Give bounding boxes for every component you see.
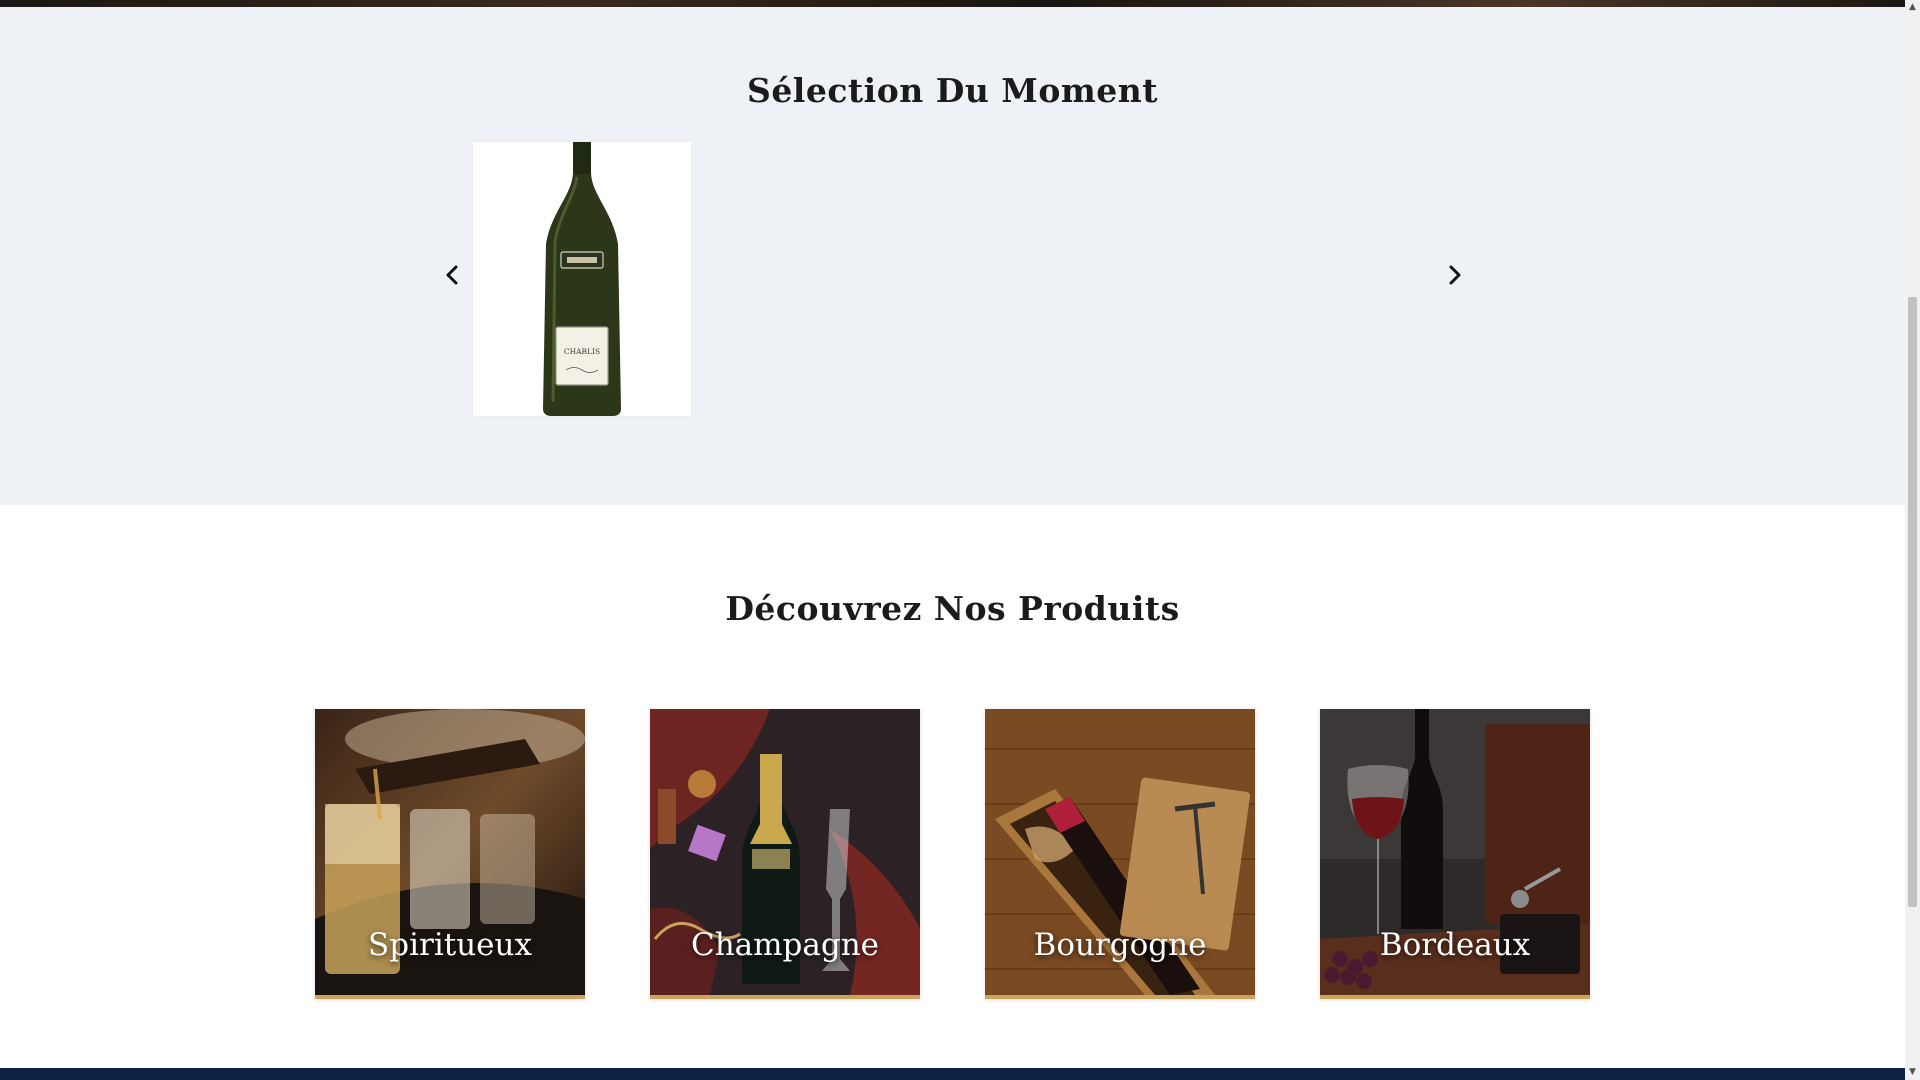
product-card[interactable]: CHABLIS <box>473 142 691 416</box>
carousel-next-button[interactable] <box>1440 260 1470 290</box>
wine-bottle-image: CHABLIS <box>473 142 691 416</box>
category-label: Bourgogne <box>1033 927 1207 963</box>
scroll-up-arrow-icon[interactable]: ▲ <box>1905 0 1920 15</box>
products-section: Découvrez Nos Produits Spiritueux Champa… <box>0 505 1905 1068</box>
carousel-prev-button[interactable] <box>437 260 467 290</box>
selection-title: Sélection Du Moment <box>746 71 1158 110</box>
chevron-left-icon <box>446 265 458 285</box>
bottle-label-text: CHABLIS <box>564 347 600 356</box>
category-label: Bordeaux <box>1379 927 1531 963</box>
category-tile-champagne[interactable]: Champagne <box>650 709 920 999</box>
category-tile-spiritueux[interactable]: Spiritueux <box>315 709 585 999</box>
category-label: Champagne <box>690 927 880 963</box>
category-label: Spiritueux <box>368 927 532 963</box>
hero-image-bottom-edge <box>0 0 1905 7</box>
scrollbar-thumb[interactable] <box>1908 297 1917 907</box>
category-tile-bourgogne[interactable]: Bourgogne <box>985 709 1255 999</box>
selection-section: Sélection Du Moment CHABLIS <box>0 7 1905 505</box>
chevron-right-icon <box>1449 265 1461 285</box>
scroll-down-arrow-icon[interactable]: ▼ <box>1905 1065 1920 1080</box>
category-tile-bordeaux[interactable]: Bordeaux <box>1320 709 1590 999</box>
products-title: Découvrez Nos Produits <box>725 589 1180 628</box>
footer-bar <box>0 1068 1905 1080</box>
page-scrollbar[interactable]: ▲ ▼ <box>1905 0 1920 1080</box>
